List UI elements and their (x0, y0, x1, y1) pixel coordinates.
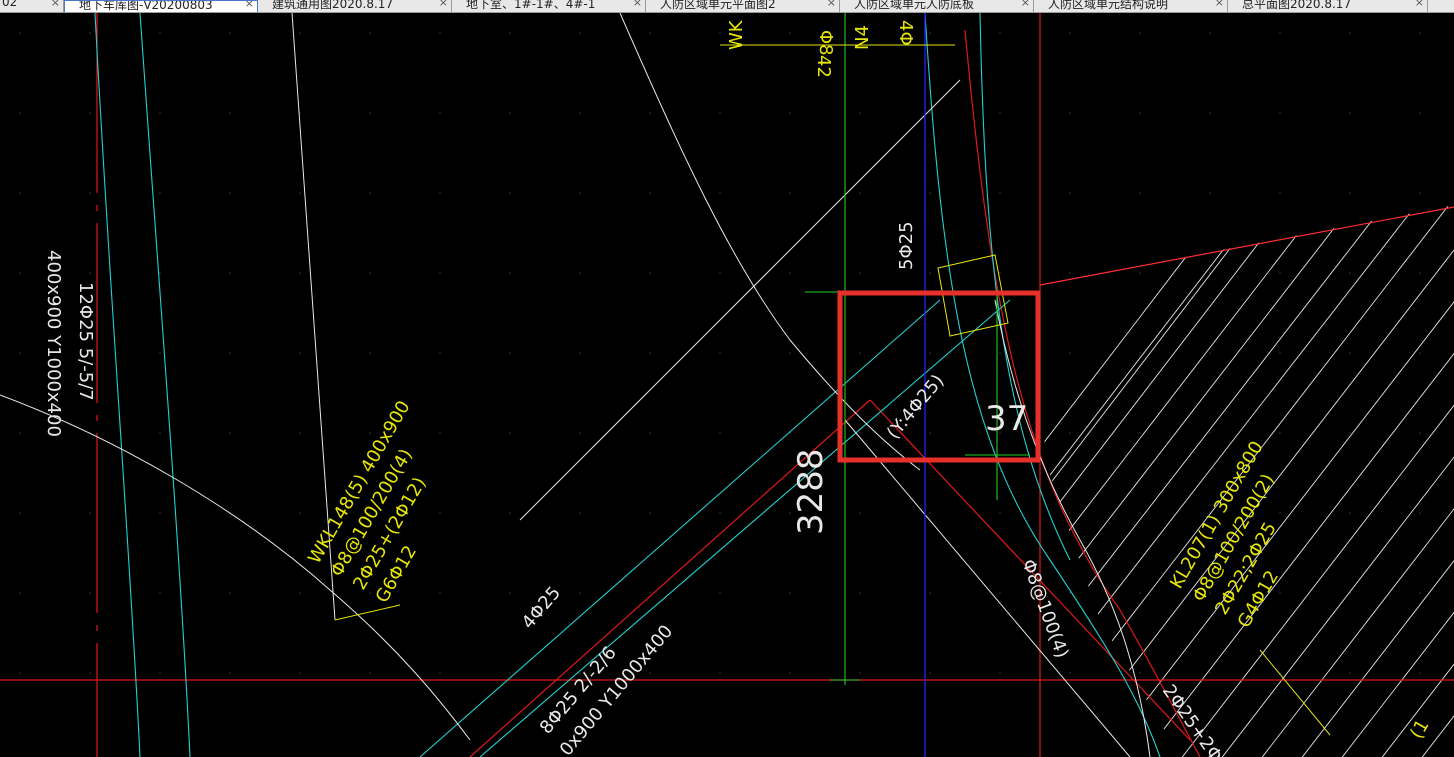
red-diagonal (1039, 206, 1454, 286)
left-label-rebar: 12Φ25 5/-5/7 (75, 282, 96, 401)
tab-label: 地下车库图-V20200803 (79, 0, 213, 12)
top-label-n4: N4 (852, 25, 873, 50)
tab-label: 人防区域单元结构说明 (1048, 0, 1169, 11)
tab-7[interactable]: 总平面图2020.8.17 × (1228, 0, 1428, 12)
close-icon[interactable]: × (1415, 0, 1424, 9)
top-label-4phi: 4Φ (895, 20, 916, 46)
tab-1[interactable]: 地下车库图-V20200803 × (64, 0, 258, 12)
edge-label-right: (1 (1406, 716, 1433, 743)
close-icon[interactable]: × (1021, 0, 1030, 9)
hatch-region (1040, 205, 1454, 757)
top-label-phi8: Φ8 (815, 30, 836, 56)
tab-label: 人防区域单元平面图2 (660, 0, 776, 11)
cad-drawing-canvas[interactable]: WKL148(5) 400x900 Φ8@100/200(4) 2Φ25+(2Φ… (0, 13, 1454, 757)
tab-6[interactable]: 人防区域单元结构说明 × (1034, 0, 1228, 12)
close-icon[interactable]: × (51, 0, 60, 9)
tab-label: 地下室、1#-1#、4#-1 (466, 0, 596, 11)
red-axis-lines (0, 13, 1454, 757)
yellow-geometry (334, 44, 1331, 736)
dim-37: 37 (985, 399, 1028, 439)
tab-4[interactable]: 人防区域单元平面图2 × (646, 0, 840, 12)
tab-label: 总平面图2020.8.17 (1242, 0, 1352, 11)
tab-0[interactable]: 02 × (0, 0, 64, 12)
close-icon[interactable]: × (245, 1, 254, 10)
close-icon[interactable]: × (633, 0, 642, 9)
left-label-section: 400x900 Y1000x400 (43, 250, 64, 437)
close-icon[interactable]: × (1215, 0, 1224, 9)
label-stirrup-diag: Φ8@100(4) (1017, 557, 1072, 661)
tab-2[interactable]: 建筑通用图2020.8.17 × (258, 0, 452, 12)
dim-3288: 3288 (791, 448, 831, 535)
cyan-lines (94, 13, 1161, 757)
white-lines (0, 13, 1151, 757)
tab-3[interactable]: 地下室、1#-1#、4#-1 × (452, 0, 646, 12)
top-label-wk: WK (726, 19, 747, 50)
tab-label: 建筑通用图2020.8.17 (272, 0, 394, 11)
tab-5[interactable]: 人防区域单元人防底板 × (840, 0, 1034, 12)
label-5phi25: 5Φ25 (896, 221, 917, 270)
tab-label: 人防区域单元人防底板 (854, 0, 975, 11)
top-label-42: 42 (813, 55, 834, 78)
red-curve (964, 29, 1201, 757)
tab-label: 02 (2, 0, 18, 9)
document-tab-bar: 02 × 地下车库图-V20200803 × 建筑通用图2020.8.17 × … (0, 0, 1454, 13)
label-4phi25: 4Φ25 (518, 583, 565, 634)
close-icon[interactable]: × (439, 0, 448, 9)
close-icon[interactable]: × (827, 0, 836, 9)
